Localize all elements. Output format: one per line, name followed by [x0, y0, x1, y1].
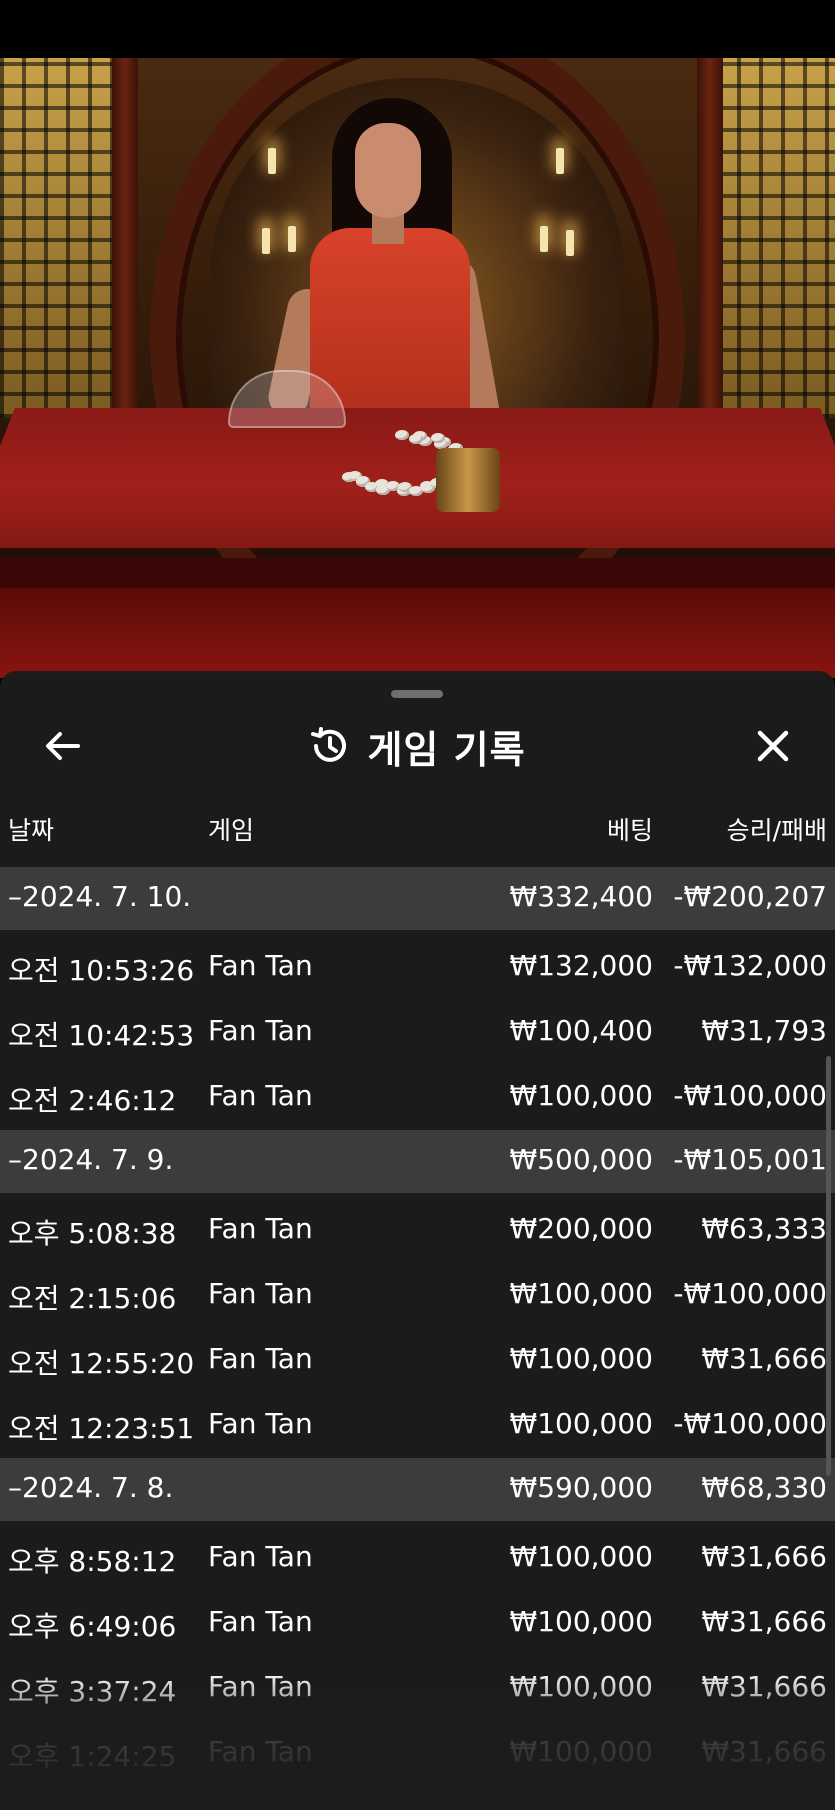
game-history-sheet: 게임 기록 날짜 게임 베팅 승리/패배 –2024. 7. 10. ₩332,4…	[0, 671, 835, 1810]
date-group-row[interactable]: –2024. 7. 10. ₩332,400 -₩200,207	[0, 867, 835, 930]
round-game: Fan Tan	[208, 1079, 313, 1112]
round-game: Fan Tan	[208, 1605, 313, 1638]
round-bet: ₩100,000	[509, 1407, 653, 1440]
history-clock-icon	[311, 727, 347, 762]
candle	[262, 228, 270, 254]
bead	[408, 434, 423, 445]
round-win-loss: ₩31,666	[701, 1342, 827, 1375]
round-win-loss: -₩100,000	[673, 1277, 827, 1310]
round-game: Fan Tan	[208, 1407, 313, 1440]
round-time: 오전 12:23:51	[8, 1412, 195, 1445]
group-bet-total: ₩590,000	[509, 1471, 653, 1504]
group-date: –2024. 7. 10.	[8, 880, 192, 913]
candle	[268, 148, 276, 174]
column-header-row: 날짜 게임 베팅 승리/패배	[0, 796, 835, 856]
lattice-panel-left	[0, 58, 120, 418]
round-game: Fan Tan	[208, 1540, 313, 1573]
close-icon	[757, 730, 789, 762]
round-win-loss: ₩31,793	[701, 1014, 827, 1047]
title-group: 게임 기록	[0, 721, 835, 772]
round-bet: ₩100,000	[509, 1735, 653, 1768]
column-header-date: 날짜	[8, 816, 55, 845]
gold-cup	[436, 448, 500, 512]
round-game: Fan Tan	[208, 1342, 313, 1375]
round-bet: ₩100,000	[509, 1540, 653, 1573]
column-header-game: 게임	[208, 816, 255, 845]
round-time: 오후 5:08:38	[8, 1217, 177, 1250]
candle	[540, 226, 548, 252]
round-time: 오후 1:24:25	[8, 1740, 177, 1773]
candle	[288, 226, 296, 252]
history-row[interactable]: 오후 5:08:38 Fan Tan ₩200,000 ₩63,333	[0, 1198, 835, 1263]
live-video-feed	[0, 58, 835, 678]
history-row[interactable]: 오전 10:42:53 Fan Tan ₩100,400 ₩31,793	[0, 1000, 835, 1065]
round-game: Fan Tan	[208, 1277, 313, 1310]
close-button[interactable]	[748, 721, 798, 771]
dealer-face	[355, 123, 421, 218]
drag-handle[interactable]	[391, 690, 443, 698]
group-date: –2024. 7. 9.	[8, 1143, 174, 1176]
group-date: –2024. 7. 8.	[8, 1471, 174, 1504]
round-time: 오전 10:53:26	[8, 954, 195, 987]
history-row[interactable]: 오후 3:37:24 Fan Tan ₩100,000 ₩31,666	[0, 1656, 835, 1721]
date-group-row[interactable]: –2024. 7. 9. ₩500,000 -₩105,001	[0, 1130, 835, 1193]
history-row[interactable]: 오후 8:58:12 Fan Tan ₩100,000 ₩31,666	[0, 1526, 835, 1591]
round-bet: ₩132,000	[509, 949, 653, 982]
sheet-header: 게임 기록	[0, 711, 835, 791]
round-bet: ₩200,000	[509, 1212, 653, 1245]
history-row[interactable]: 오전 2:15:06 Fan Tan ₩100,000 -₩100,000	[0, 1263, 835, 1328]
round-game: Fan Tan	[208, 949, 313, 982]
group-bet-total: ₩500,000	[509, 1143, 653, 1176]
round-game: Fan Tan	[208, 1014, 313, 1047]
round-time: 오후 3:37:24	[8, 1675, 177, 1708]
round-bet: ₩100,000	[509, 1670, 653, 1703]
round-win-loss: ₩31,666	[701, 1670, 827, 1703]
history-row[interactable]: 오후 6:49:06 Fan Tan ₩100,000 ₩31,666	[0, 1591, 835, 1656]
scrollbar[interactable]	[826, 1056, 831, 1476]
candle	[556, 148, 564, 174]
round-time: 오전 12:55:20	[8, 1347, 195, 1380]
round-bet: ₩100,000	[509, 1342, 653, 1375]
column-header-bet: 베팅	[606, 816, 653, 845]
group-win-loss-total: -₩105,001	[673, 1143, 827, 1176]
history-table: –2024. 7. 10. ₩332,400 -₩200,207 오전 10:53:2…	[0, 867, 835, 1810]
game-table-skirt	[0, 588, 835, 678]
group-win-loss-total: -₩200,207	[673, 880, 827, 913]
round-win-loss: ₩31,666	[701, 1735, 827, 1768]
column-header-win-loss: 승리/패배	[726, 816, 827, 845]
group-bet-total: ₩332,400	[509, 880, 653, 913]
history-row[interactable]: 오전 12:23:51 Fan Tan ₩100,000 -₩100,000	[0, 1393, 835, 1458]
history-row[interactable]: 오전 10:53:26 Fan Tan ₩132,000 -₩132,000	[0, 935, 835, 1000]
round-win-loss: -₩132,000	[673, 949, 827, 982]
round-bet: ₩100,000	[509, 1605, 653, 1638]
round-win-loss: -₩100,000	[673, 1079, 827, 1112]
round-bet: ₩100,400	[509, 1014, 653, 1047]
round-win-loss: ₩31,666	[701, 1605, 827, 1638]
round-game: Fan Tan	[208, 1670, 313, 1703]
round-win-loss: -₩100,000	[673, 1407, 827, 1440]
round-win-loss: ₩31,666	[701, 1540, 827, 1573]
round-time: 오전 2:15:06	[8, 1282, 177, 1315]
round-game: Fan Tan	[208, 1212, 313, 1245]
round-bet: ₩100,000	[509, 1079, 653, 1112]
round-game: Fan Tan	[208, 1735, 313, 1768]
status-bar	[0, 0, 835, 58]
history-row[interactable]: 오전 12:55:20 Fan Tan ₩100,000 ₩31,666	[0, 1328, 835, 1393]
round-bet: ₩100,000	[509, 1277, 653, 1310]
round-time: 오전 10:42:53	[8, 1019, 195, 1052]
group-win-loss-total: ₩68,330	[701, 1471, 827, 1504]
sheet-title: 게임 기록	[367, 727, 526, 772]
round-time: 오후 8:58:12	[8, 1545, 177, 1578]
round-win-loss: ₩63,333	[701, 1212, 827, 1245]
round-time: 오후 6:49:06	[8, 1610, 177, 1643]
bead	[430, 433, 445, 444]
history-row[interactable]: 오전 2:46:12 Fan Tan ₩100,000 -₩100,000	[0, 1065, 835, 1130]
bead	[395, 430, 409, 440]
history-row[interactable]: 오후 1:24:25 Fan Tan ₩100,000 ₩31,666	[0, 1721, 835, 1786]
candle	[566, 230, 574, 256]
game-table-edge	[0, 558, 835, 588]
round-time: 오전 2:46:12	[8, 1084, 177, 1117]
date-group-row[interactable]: –2024. 7. 8. ₩590,000 ₩68,330	[0, 1458, 835, 1521]
lattice-panel-right	[715, 58, 835, 418]
